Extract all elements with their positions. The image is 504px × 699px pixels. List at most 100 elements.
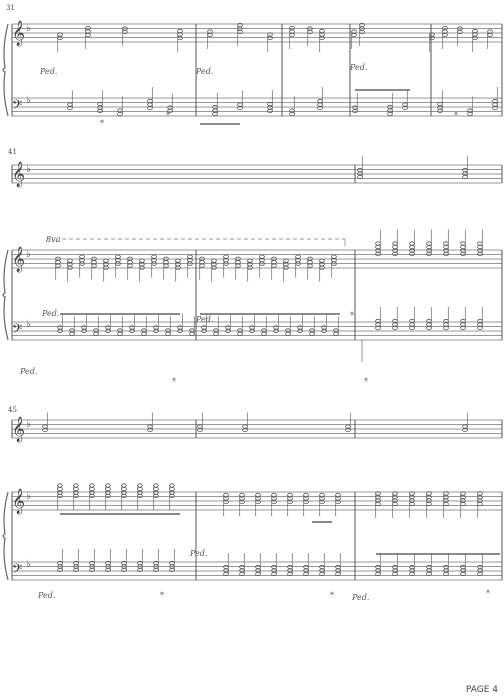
chord	[271, 492, 277, 516]
chord	[237, 316, 243, 337]
chord	[460, 229, 466, 257]
chord	[105, 483, 111, 510]
pedal-marking: *	[486, 589, 490, 598]
chord	[225, 313, 231, 334]
key-signature-flat: ♭	[26, 95, 31, 106]
chord	[115, 254, 121, 278]
chord	[437, 90, 443, 114]
system-2: 41𝄞 ♭𝄞 ♭𝄢 ♭8vaPed.*Ped. *Ped.*	[2, 148, 503, 386]
chord	[239, 553, 245, 577]
pedal-marking: Ped.	[19, 367, 37, 376]
chord	[247, 258, 253, 282]
chord	[239, 492, 245, 516]
chord	[105, 313, 111, 334]
chord	[426, 229, 432, 257]
chord	[213, 316, 219, 337]
chord	[467, 96, 473, 117]
chord	[73, 549, 79, 573]
bass-clef-icon: 𝄢	[12, 97, 22, 116]
bass-staff	[12, 321, 502, 341]
chord	[317, 87, 323, 111]
pedal-marking: Ped.	[195, 315, 213, 324]
chord	[359, 22, 365, 46]
chord	[443, 491, 449, 518]
chord	[319, 28, 325, 52]
chord	[223, 553, 229, 577]
pedal-marking: *	[100, 119, 104, 128]
chord	[426, 307, 432, 331]
chord	[255, 553, 261, 577]
chord	[67, 258, 73, 282]
chord	[319, 492, 325, 516]
chord	[429, 32, 435, 52]
chord	[57, 549, 63, 573]
pedal-marking: Ped.	[351, 593, 369, 602]
chord	[137, 549, 143, 573]
system-3: 45𝄞 ♭𝄞 ♭𝄢 ♭Ped. *Ped.* Ped. *	[2, 406, 503, 602]
measure-number: 41	[8, 148, 17, 156]
chord	[141, 316, 147, 337]
pedal-marking: *	[364, 377, 368, 386]
chord	[57, 483, 63, 510]
chord	[492, 87, 498, 111]
chord	[462, 156, 468, 180]
chord	[477, 491, 483, 518]
bass-clef-icon: 𝄢	[12, 321, 22, 340]
chord	[295, 254, 301, 278]
pedal-marking: *	[454, 111, 458, 120]
chord	[69, 316, 75, 337]
chord	[357, 156, 363, 180]
chord	[477, 307, 483, 331]
top-staff	[12, 164, 502, 184]
chord	[307, 26, 313, 46]
chord	[261, 316, 267, 337]
chord	[187, 254, 193, 278]
system-brace	[2, 249, 9, 341]
key-signature-flat: ♭	[26, 23, 31, 34]
music-score-page: 31𝄞 ♭𝄢 ♭Ped.*Ped.*Ped.*41𝄞 ♭𝄞 ♭𝄢 ♭8vaPed.*Ped…	[2, 4, 503, 602]
chord	[259, 254, 265, 278]
chord	[409, 553, 415, 577]
chord	[287, 553, 293, 577]
chord	[147, 87, 153, 111]
measure-number: 45	[8, 406, 17, 414]
key-signature-flat: ♭	[26, 249, 31, 260]
bass-staff	[12, 561, 502, 581]
chord	[392, 307, 398, 331]
chord	[283, 258, 289, 282]
chord	[122, 26, 128, 46]
treble-staff	[12, 491, 502, 511]
chord	[409, 229, 415, 257]
chord	[460, 307, 466, 331]
chord	[335, 492, 341, 516]
chord	[375, 307, 381, 331]
bass-staff	[12, 97, 502, 117]
chord	[287, 492, 293, 516]
chord	[331, 254, 337, 278]
chord	[321, 313, 327, 334]
key-signature-flat: ♭	[26, 319, 31, 330]
chord	[267, 90, 273, 114]
chord	[151, 254, 157, 278]
pedal-marking: Ped.	[189, 549, 207, 558]
chord	[223, 254, 229, 278]
pedal-marking: *	[350, 311, 354, 320]
chord	[117, 96, 123, 117]
treble-clef-icon: 𝄞	[12, 416, 25, 442]
treble-clef-icon: 𝄞	[12, 488, 25, 514]
chord	[93, 316, 99, 337]
chord	[387, 93, 393, 117]
chord	[165, 316, 171, 337]
chord	[335, 553, 341, 577]
treble-clef-icon: 𝄞	[12, 20, 25, 46]
pedal-marking: *	[330, 591, 334, 600]
chord	[175, 258, 181, 282]
key-signature-flat: ♭	[26, 419, 31, 430]
chord	[375, 553, 381, 577]
chord	[169, 483, 175, 510]
chord	[303, 492, 309, 516]
chord	[89, 483, 95, 510]
chord	[103, 258, 109, 282]
chord	[392, 491, 398, 518]
chord	[271, 553, 277, 577]
